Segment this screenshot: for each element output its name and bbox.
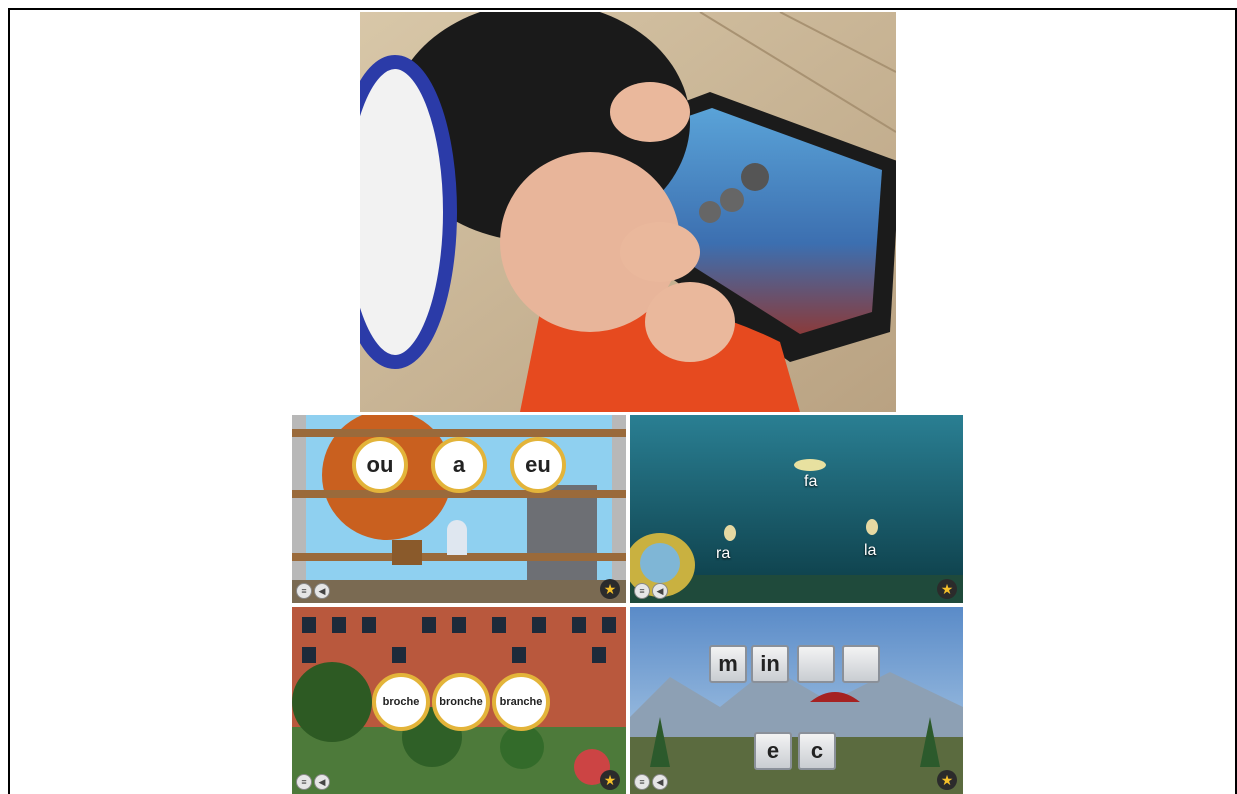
syllable-label[interactable]: fa — [804, 473, 817, 491]
speaker-icon[interactable]: ◀ — [652, 583, 668, 599]
word-bubble[interactable]: bronche — [432, 673, 490, 731]
letter-tile[interactable]: in — [751, 645, 789, 683]
speaker-icon[interactable]: ◀ — [314, 774, 330, 790]
menu-icon[interactable]: ≡ — [634, 774, 650, 790]
letter-tile-empty[interactable] — [797, 645, 835, 683]
syllable-label[interactable]: la — [864, 542, 876, 560]
mountain-scene — [630, 607, 963, 794]
child-tablet-photo — [360, 12, 896, 412]
letter-tile[interactable]: c — [798, 732, 836, 770]
letter-tile[interactable]: e — [754, 732, 792, 770]
syllable-bubble[interactable]: ou — [352, 437, 408, 493]
menu-icon[interactable]: ≡ — [296, 774, 312, 790]
menu-icon[interactable]: ≡ — [634, 583, 650, 599]
syllable-bubble[interactable]: eu — [510, 437, 566, 493]
syllable-bubble[interactable]: a — [431, 437, 487, 493]
game-panel-underwater: fa ra la ≡ ◀ ★ — [630, 415, 963, 603]
word-bubble[interactable]: branche — [492, 673, 550, 731]
letter-tile-empty[interactable] — [842, 645, 880, 683]
photo-illustration — [360, 12, 896, 412]
game-panel-spelling: m in e c ≡ ◀ ★ — [630, 607, 963, 794]
syllable-label[interactable]: ra — [716, 545, 730, 563]
star-icon[interactable]: ★ — [600, 579, 620, 599]
underwater-scene — [630, 415, 963, 603]
star-icon[interactable]: ★ — [937, 770, 957, 790]
game-panel-words: broche bronche branche ≡ ◀ ★ — [292, 607, 626, 794]
speaker-icon[interactable]: ◀ — [314, 583, 330, 599]
star-icon[interactable]: ★ — [600, 770, 620, 790]
menu-icon[interactable]: ≡ — [296, 583, 312, 599]
speaker-icon[interactable]: ◀ — [652, 774, 668, 790]
star-icon[interactable]: ★ — [937, 579, 957, 599]
word-bubble[interactable]: broche — [372, 673, 430, 731]
letter-tile[interactable]: m — [709, 645, 747, 683]
game-panel-syllables: ou a eu ≡ ◀ ★ — [292, 415, 626, 603]
